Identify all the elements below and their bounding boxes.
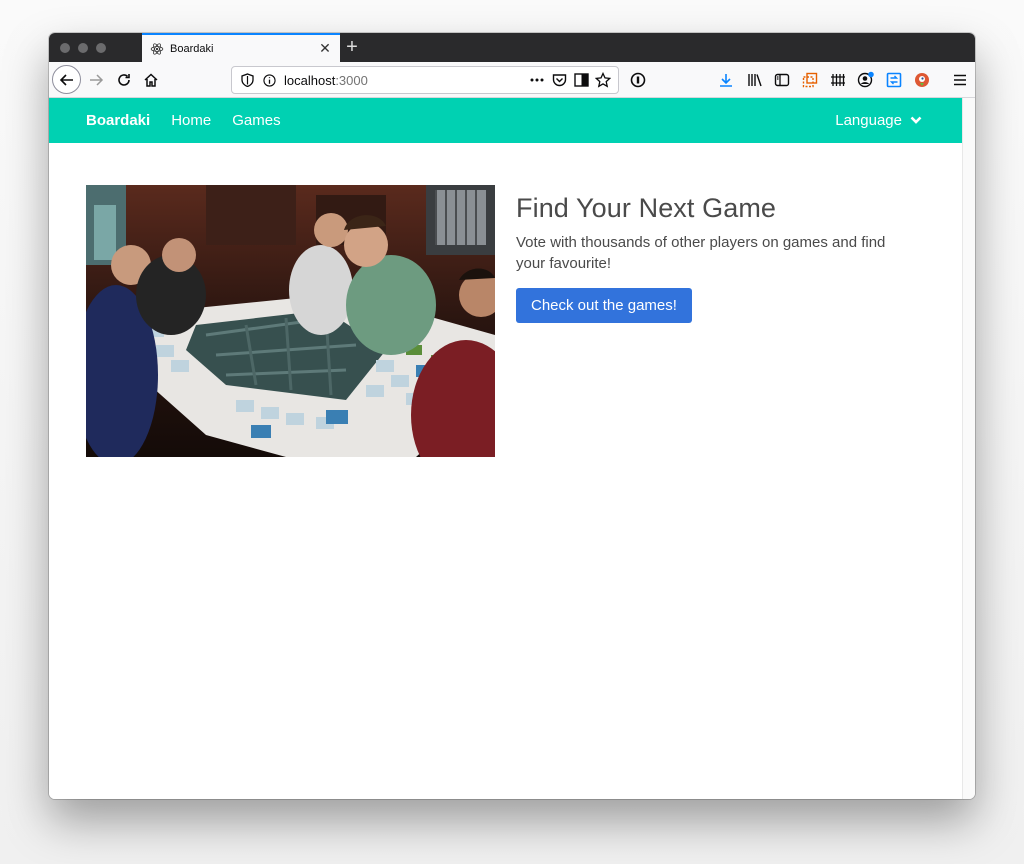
nav-link-games[interactable]: Games [232,112,280,129]
reader-view-icon[interactable] [570,70,592,90]
tab-title: Boardaki [170,42,214,55]
back-arrow-icon[interactable] [52,65,81,94]
hero-photo-board-game [86,185,495,457]
language-label: Language [835,112,902,129]
hero-subtitle: Vote with thousands of other players on … [516,234,886,272]
sync-icon[interactable] [884,70,904,90]
url-host: localhost [284,72,336,88]
screenshot-icon[interactable] [800,70,820,90]
language-dropdown[interactable]: Language [835,98,922,143]
close-window-dot[interactable] [60,43,70,53]
duckduckgo-icon[interactable] [912,70,932,90]
extension-grid-icon[interactable] [828,70,848,90]
home-icon[interactable] [137,66,165,94]
bookmark-star-icon[interactable] [592,70,614,90]
library-icon[interactable] [745,70,765,90]
zoom-window-dot[interactable] [96,43,106,53]
url-bar[interactable]: localhost:3000 [231,66,619,94]
pocket-icon[interactable] [548,70,570,90]
page-actions-icon[interactable] [526,70,548,90]
close-tab-icon[interactable]: ✕ [318,40,332,56]
password-manager-icon[interactable] [628,70,648,90]
react-favicon-icon [150,42,164,56]
page-viewport: Boardaki Home Games Language Find Your N… [49,98,962,799]
tracking-shield-icon[interactable] [238,71,256,89]
sidebar-icon[interactable] [772,70,792,90]
account-icon[interactable] [856,70,876,90]
hero-title: Find Your Next Game [516,193,777,223]
minimize-window-dot[interactable] [78,43,88,53]
browser-window: Boardaki ✕ + localhost:3000 Boardaki Hom… [49,33,975,799]
reload-icon[interactable] [110,66,138,94]
hamburger-menu-icon[interactable] [950,70,970,90]
brand-link[interactable]: Boardaki [86,112,150,129]
tab-strip: Boardaki ✕ + [49,33,975,62]
desktop-background: Boardaki ✕ + localhost:3000 Boardaki Hom… [0,0,1024,864]
url-text: localhost:3000 [284,73,368,88]
nav-link-home[interactable]: Home [171,112,211,129]
forward-arrow-icon[interactable] [82,66,110,94]
active-tab[interactable]: Boardaki ✕ [142,33,340,62]
download-icon[interactable] [716,70,736,90]
url-port: :3000 [335,72,368,88]
hero-text-block: Find Your Next Game Vote with thousands … [516,193,936,323]
info-icon[interactable] [260,71,278,89]
check-out-games-button[interactable]: Check out the games! [516,288,692,323]
site-navbar: Boardaki Home Games Language [49,98,962,143]
chevron-down-icon [910,115,922,127]
new-tab-icon[interactable]: + [341,37,363,59]
page-scrollbar-track[interactable] [962,98,975,799]
navigation-toolbar: localhost:3000 [49,62,975,98]
